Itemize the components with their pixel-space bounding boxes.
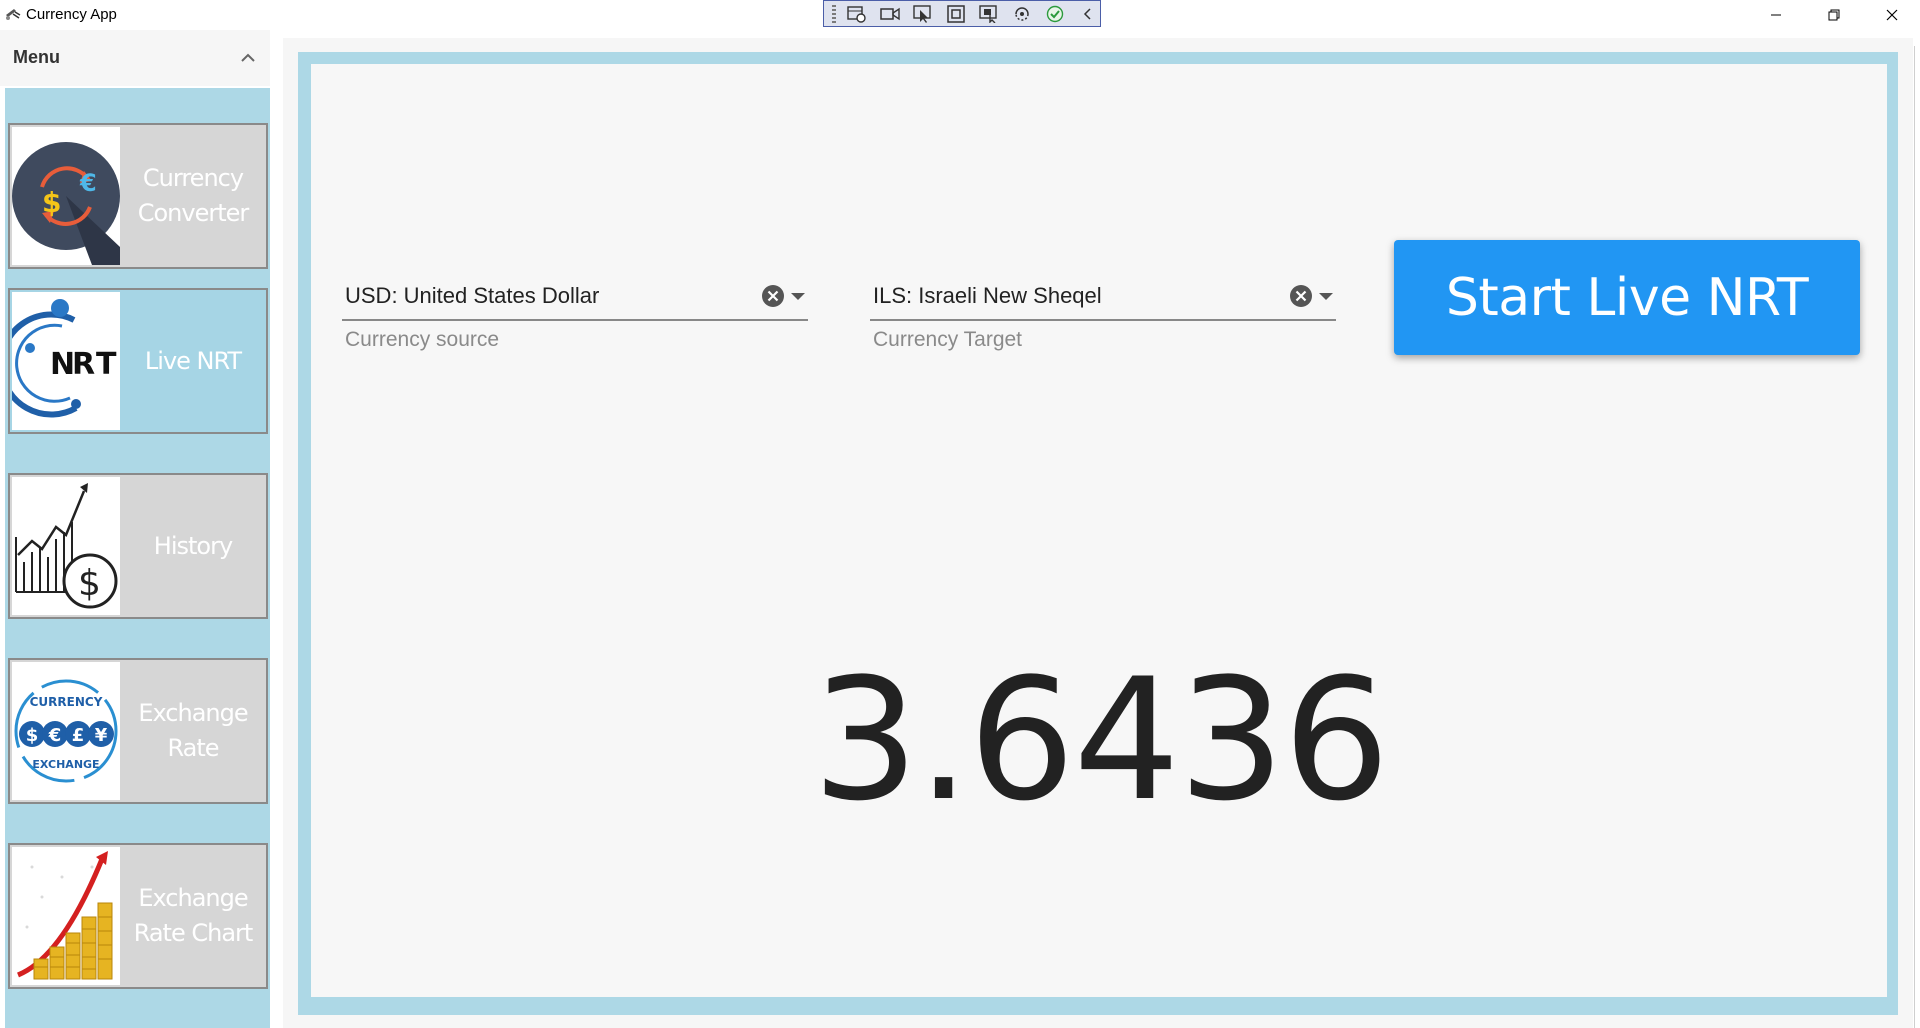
nrt-logo-icon: N R T <box>12 292 120 430</box>
currency-exchange-icon: CURRENCY EXCHANGE $ € £ ¥ <box>12 662 120 800</box>
svg-text:T: T <box>96 347 117 382</box>
svg-text:CURRENCY: CURRENCY <box>30 695 103 709</box>
collapse-icon[interactable] <box>1077 3 1100 25</box>
sidebar-item-label: Currency Converter <box>137 164 250 227</box>
display-layout-adorners-icon[interactable] <box>945 3 968 25</box>
svg-text:€: € <box>79 169 97 197</box>
dropdown-arrow-icon[interactable] <box>791 293 805 300</box>
menu-header[interactable]: Menu <box>0 30 270 86</box>
currency-source-value[interactable]: USD: United States Dollar <box>345 283 599 309</box>
menu-title: Menu <box>13 47 60 67</box>
currency-source-label: Currency source <box>345 328 500 351</box>
clear-source-icon[interactable] <box>761 284 785 308</box>
sidebar: $ € Currency Converter N R T Live NRT $ … <box>5 88 270 1028</box>
field-underline <box>870 319 1336 321</box>
dropdown-arrow-icon[interactable] <box>1319 293 1333 300</box>
svg-text:EXCHANGE: EXCHANGE <box>32 758 99 771</box>
hot-reload-icon[interactable] <box>1011 3 1034 25</box>
sidebar-item-label: Exchange Rate Chart <box>133 884 254 947</box>
chevron-up-icon[interactable] <box>236 46 260 70</box>
sidebar-item-exchange-rate[interactable]: CURRENCY EXCHANGE $ € £ ¥ Exchange Rate <box>8 658 268 804</box>
field-underline <box>342 319 808 321</box>
live-visual-tree-icon[interactable] <box>846 3 869 25</box>
sidebar-item-history[interactable]: $ History <box>8 473 268 619</box>
svg-text:£: £ <box>72 725 85 746</box>
restore-button[interactable] <box>1805 0 1863 30</box>
sidebar-item-currency-converter[interactable]: $ € Currency Converter <box>8 123 268 269</box>
scrollbar-edge <box>1914 46 1915 1028</box>
rate-chart-coins-icon <box>12 847 120 985</box>
sidebar-item-live-nrt[interactable]: N R T Live NRT <box>8 288 268 434</box>
close-icon <box>1886 9 1898 21</box>
svg-text:$: $ <box>78 563 101 604</box>
toolbar-grip[interactable] <box>832 4 836 23</box>
currency-target-value[interactable]: ILS: Israeli New Sheqel <box>873 283 1102 309</box>
content-panel <box>311 64 1887 997</box>
svg-text:$: $ <box>26 725 39 746</box>
debug-toolbar <box>823 0 1101 27</box>
window-title: Currency App <box>26 6 117 23</box>
svg-text:$: $ <box>42 186 61 219</box>
check-icon[interactable] <box>1044 3 1067 25</box>
track-focus-icon[interactable] <box>978 3 1001 25</box>
sidebar-item-label: History <box>153 531 233 560</box>
currency-converter-icon: $ € <box>12 127 120 265</box>
clear-target-icon[interactable] <box>1289 284 1313 308</box>
svg-text:€: € <box>48 725 62 746</box>
record-icon[interactable] <box>879 3 902 25</box>
minimize-icon <box>1771 14 1781 16</box>
history-chart-dollar-icon: $ <box>12 477 120 615</box>
exchange-rate-value: 3.6436 <box>812 642 1390 838</box>
start-live-nrt-button[interactable]: Start Live NRT <box>1394 240 1860 355</box>
currency-target-label: Currency Target <box>873 328 1023 351</box>
svg-text:R: R <box>72 347 95 382</box>
svg-text:¥: ¥ <box>95 725 108 746</box>
restore-icon <box>1828 9 1840 21</box>
sidebar-item-label: Live NRT <box>144 346 242 375</box>
sidebar-item-exchange-rate-chart[interactable]: Exchange Rate Chart <box>8 843 268 989</box>
select-element-icon[interactable] <box>912 3 935 25</box>
app-icon <box>6 9 21 20</box>
sidebar-item-label: Exchange Rate <box>138 699 248 762</box>
title-bar: Currency App <box>0 0 1920 30</box>
minimize-button[interactable] <box>1747 0 1805 30</box>
close-button[interactable] <box>1863 0 1920 30</box>
